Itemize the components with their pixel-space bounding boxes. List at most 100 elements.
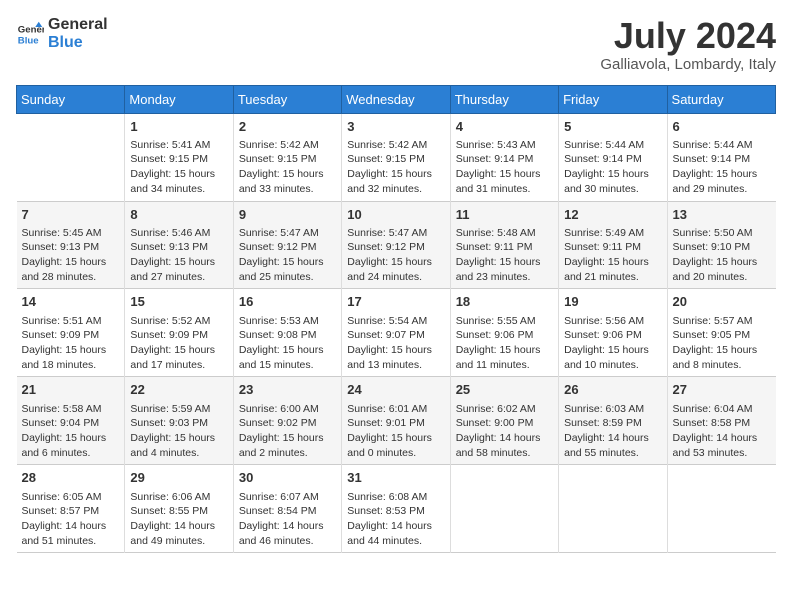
day-number: 14 <box>22 293 120 311</box>
logo-icon: General Blue <box>16 20 44 48</box>
header-friday: Friday <box>559 85 667 113</box>
day-info: Sunrise: 6:02 AM Sunset: 9:00 PM Dayligh… <box>456 402 553 461</box>
calendar-cell: 25Sunrise: 6:02 AM Sunset: 9:00 PM Dayli… <box>450 377 558 465</box>
calendar-header-row: SundayMondayTuesdayWednesdayThursdayFrid… <box>17 85 776 113</box>
day-info: Sunrise: 5:42 AM Sunset: 9:15 PM Dayligh… <box>239 138 336 197</box>
header-monday: Monday <box>125 85 233 113</box>
calendar-cell: 8Sunrise: 5:46 AM Sunset: 9:13 PM Daylig… <box>125 201 233 289</box>
calendar-cell: 13Sunrise: 5:50 AM Sunset: 9:10 PM Dayli… <box>667 201 775 289</box>
day-info: Sunrise: 5:44 AM Sunset: 9:14 PM Dayligh… <box>564 138 661 197</box>
logo-line1: General <box>48 16 108 34</box>
day-info: Sunrise: 5:54 AM Sunset: 9:07 PM Dayligh… <box>347 314 444 373</box>
calendar-cell: 26 Sunrise: 6:03 AM Sunset: 8:59 PM Dayli… <box>559 377 667 465</box>
header-wednesday: Wednesday <box>342 85 450 113</box>
day-number: 2 <box>239 118 336 136</box>
calendar-cell: 21 Sunrise: 5:58 AM Sunset: 9:04 PM Dayli… <box>17 377 125 465</box>
day-info: Sunrise: 5:48 AM Sunset: 9:11 PM Dayligh… <box>456 226 553 285</box>
day-info: Sunrise: 6:08 AM Sunset: 8:53 PM Dayligh… <box>347 490 444 549</box>
day-info: Sunrise: 5:52 AM Sunset: 9:09 PM Dayligh… <box>130 314 227 373</box>
day-info: Sunrise: 6:04 AM Sunset: 8:58 PM Dayligh… <box>673 402 771 461</box>
calendar-cell: 9 Sunrise: 5:47 AM Sunset: 9:12 PM Daylig… <box>233 201 341 289</box>
calendar-cell: 18 Sunrise: 5:55 AM Sunset: 9:06 PM Dayli… <box>450 289 558 377</box>
day-number: 24 <box>347 381 444 399</box>
day-number: 18 <box>456 293 553 311</box>
calendar-cell <box>667 465 775 553</box>
day-info: Sunrise: 6:01 AM Sunset: 9:01 PM Dayligh… <box>347 402 444 461</box>
calendar-cell <box>17 113 125 201</box>
week-row-4: 21 Sunrise: 5:58 AM Sunset: 9:04 PM Dayli… <box>17 377 776 465</box>
day-info: Sunrise: 5:41 AM Sunset: 9:15 PM Dayligh… <box>130 138 227 197</box>
logo-line2: Blue <box>48 34 108 52</box>
calendar-cell <box>559 465 667 553</box>
calendar-cell: 15 Sunrise: 5:52 AM Sunset: 9:09 PM Dayli… <box>125 289 233 377</box>
week-row-1: 1Sunrise: 5:41 AM Sunset: 9:15 PM Daylig… <box>17 113 776 201</box>
page-header: General Blue General Blue July 2024 Gall… <box>16 16 776 73</box>
calendar-cell: 5 Sunrise: 5:44 AM Sunset: 9:14 PM Daylig… <box>559 113 667 201</box>
day-number: 7 <box>22 206 120 224</box>
logo: General Blue General Blue <box>16 16 108 51</box>
week-row-2: 7Sunrise: 5:45 AM Sunset: 9:13 PM Daylig… <box>17 201 776 289</box>
day-number: 16 <box>239 293 336 311</box>
day-number: 31 <box>347 469 444 487</box>
calendar-cell: 3 Sunrise: 5:42 AM Sunset: 9:15 PM Daylig… <box>342 113 450 201</box>
calendar-cell: 30 Sunrise: 6:07 AM Sunset: 8:54 PM Dayli… <box>233 465 341 553</box>
day-number: 5 <box>564 118 661 136</box>
calendar-cell: 7Sunrise: 5:45 AM Sunset: 9:13 PM Daylig… <box>17 201 125 289</box>
calendar-cell: 17 Sunrise: 5:54 AM Sunset: 9:07 PM Dayli… <box>342 289 450 377</box>
day-number: 3 <box>347 118 444 136</box>
day-info: Sunrise: 5:55 AM Sunset: 9:06 PM Dayligh… <box>456 314 553 373</box>
calendar-cell: 27 Sunrise: 6:04 AM Sunset: 8:58 PM Dayli… <box>667 377 775 465</box>
day-info: Sunrise: 6:00 AM Sunset: 9:02 PM Dayligh… <box>239 402 336 461</box>
day-number: 21 <box>22 381 120 399</box>
day-number: 12 <box>564 206 661 224</box>
day-number: 26 <box>564 381 661 399</box>
calendar-cell: 22Sunrise: 5:59 AM Sunset: 9:03 PM Dayli… <box>125 377 233 465</box>
header-sunday: Sunday <box>17 85 125 113</box>
calendar-cell: 20 Sunrise: 5:57 AM Sunset: 9:05 PM Dayli… <box>667 289 775 377</box>
calendar-cell <box>450 465 558 553</box>
calendar-cell: 24 Sunrise: 6:01 AM Sunset: 9:01 PM Dayli… <box>342 377 450 465</box>
day-number: 15 <box>130 293 227 311</box>
day-info: Sunrise: 5:47 AM Sunset: 9:12 PM Dayligh… <box>347 226 444 285</box>
title-block: July 2024 Galliavola, Lombardy, Italy <box>600 16 776 73</box>
day-info: Sunrise: 6:05 AM Sunset: 8:57 PM Dayligh… <box>22 490 120 549</box>
day-number: 23 <box>239 381 336 399</box>
day-number: 17 <box>347 293 444 311</box>
header-thursday: Thursday <box>450 85 558 113</box>
calendar-cell: 19Sunrise: 5:56 AM Sunset: 9:06 PM Dayli… <box>559 289 667 377</box>
calendar-cell: 4Sunrise: 5:43 AM Sunset: 9:14 PM Daylig… <box>450 113 558 201</box>
day-info: Sunrise: 6:03 AM Sunset: 8:59 PM Dayligh… <box>564 402 661 461</box>
calendar-cell: 2 Sunrise: 5:42 AM Sunset: 9:15 PM Daylig… <box>233 113 341 201</box>
day-number: 11 <box>456 206 553 224</box>
day-info: Sunrise: 5:58 AM Sunset: 9:04 PM Dayligh… <box>22 402 120 461</box>
calendar-cell: 10 Sunrise: 5:47 AM Sunset: 9:12 PM Dayli… <box>342 201 450 289</box>
day-number: 8 <box>130 206 227 224</box>
day-number: 28 <box>22 469 120 487</box>
day-info: Sunrise: 5:57 AM Sunset: 9:05 PM Dayligh… <box>673 314 771 373</box>
week-row-3: 14 Sunrise: 5:51 AM Sunset: 9:09 PM Dayli… <box>17 289 776 377</box>
calendar-cell: 29 Sunrise: 6:06 AM Sunset: 8:55 PM Dayli… <box>125 465 233 553</box>
day-info: Sunrise: 5:43 AM Sunset: 9:14 PM Dayligh… <box>456 138 553 197</box>
day-info: Sunrise: 5:51 AM Sunset: 9:09 PM Dayligh… <box>22 314 120 373</box>
day-number: 30 <box>239 469 336 487</box>
calendar-cell: 16 Sunrise: 5:53 AM Sunset: 9:08 PM Dayli… <box>233 289 341 377</box>
day-info: Sunrise: 6:06 AM Sunset: 8:55 PM Dayligh… <box>130 490 227 549</box>
calendar-cell: 14 Sunrise: 5:51 AM Sunset: 9:09 PM Dayli… <box>17 289 125 377</box>
day-number: 10 <box>347 206 444 224</box>
calendar-cell: 11 Sunrise: 5:48 AM Sunset: 9:11 PM Dayli… <box>450 201 558 289</box>
day-info: Sunrise: 5:53 AM Sunset: 9:08 PM Dayligh… <box>239 314 336 373</box>
day-number: 22 <box>130 381 227 399</box>
month-title: July 2024 <box>600 16 776 56</box>
header-saturday: Saturday <box>667 85 775 113</box>
day-number: 27 <box>673 381 771 399</box>
day-info: Sunrise: 6:07 AM Sunset: 8:54 PM Dayligh… <box>239 490 336 549</box>
calendar-cell: 28 Sunrise: 6:05 AM Sunset: 8:57 PM Dayli… <box>17 465 125 553</box>
day-number: 9 <box>239 206 336 224</box>
day-info: Sunrise: 5:47 AM Sunset: 9:12 PM Dayligh… <box>239 226 336 285</box>
calendar-cell: 23 Sunrise: 6:00 AM Sunset: 9:02 PM Dayli… <box>233 377 341 465</box>
day-number: 20 <box>673 293 771 311</box>
calendar-cell: 31 Sunrise: 6:08 AM Sunset: 8:53 PM Dayli… <box>342 465 450 553</box>
calendar-cell: 12Sunrise: 5:49 AM Sunset: 9:11 PM Dayli… <box>559 201 667 289</box>
day-info: Sunrise: 5:42 AM Sunset: 9:15 PM Dayligh… <box>347 138 444 197</box>
day-number: 29 <box>130 469 227 487</box>
